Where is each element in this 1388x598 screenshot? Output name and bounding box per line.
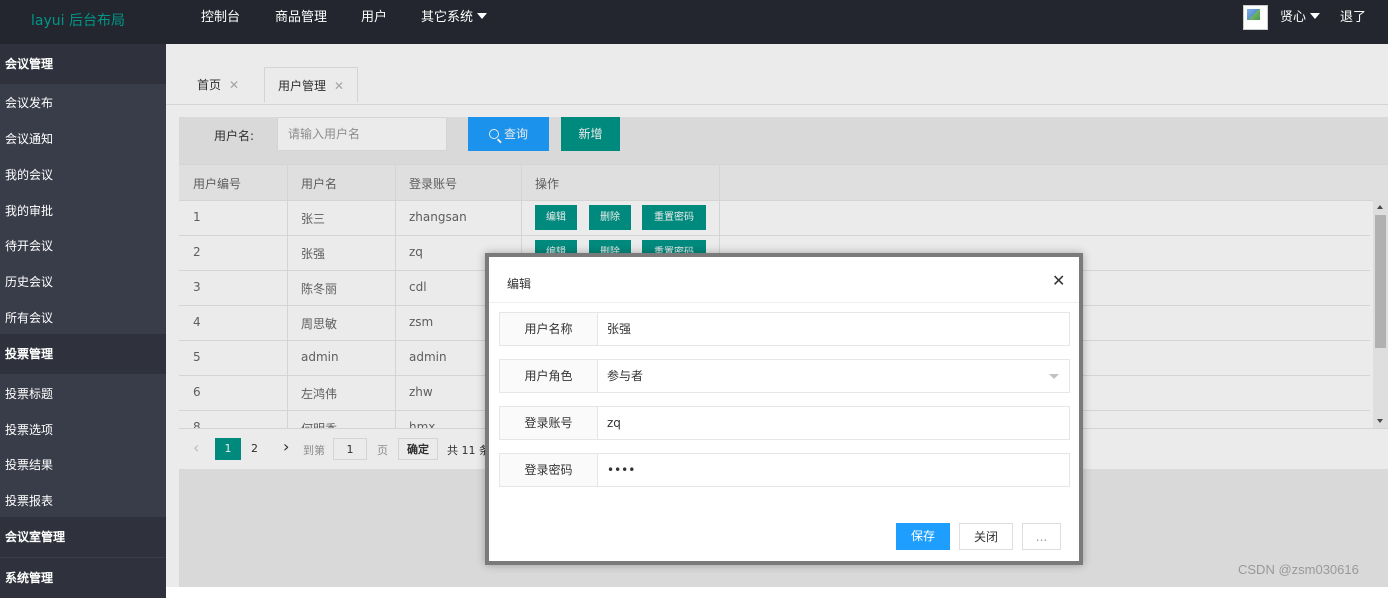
form-row-role: 用户角色 参与者	[499, 359, 1070, 393]
role-label: 用户角色	[500, 360, 598, 392]
form-row-password: 登录密码 ••••	[499, 453, 1070, 487]
top-header: layui 后台布局 控制台 商品管理 用户 其它系统 贤心 退了	[0, 0, 1388, 44]
password-field[interactable]: ••••	[607, 454, 635, 486]
sidebar-item-vote-report[interactable]: 投票报表	[0, 492, 166, 509]
username-field[interactable]: 张强	[607, 313, 631, 345]
account-field[interactable]: zq	[607, 407, 621, 439]
sidebar-item-my-meetings[interactable]: 我的会议	[0, 166, 166, 183]
logout-link[interactable]: 退了	[1340, 0, 1366, 44]
nav-item-other-systems[interactable]: 其它系统	[421, 0, 488, 44]
sidebar-item-upcoming[interactable]: 待开会议	[0, 237, 166, 254]
chevron-down-icon[interactable]	[1049, 374, 1059, 379]
dialog-title: 编辑	[507, 277, 532, 291]
watermark: CSDN @zsm030616	[1238, 562, 1359, 577]
avatar[interactable]	[1243, 5, 1268, 30]
sidebar-item-publish[interactable]: 会议发布	[0, 94, 166, 111]
user-name: 贤心	[1280, 10, 1307, 25]
nav-item-console[interactable]: 控制台	[201, 0, 240, 44]
nav-item-products[interactable]: 商品管理	[275, 0, 327, 44]
sidebar-item-vote-title[interactable]: 投票标题	[0, 385, 166, 402]
broken-image-icon	[1247, 9, 1260, 20]
sidebar-item-notice[interactable]: 会议通知	[0, 130, 166, 147]
edit-dialog: 编辑 ✕ 用户名称 张强 用户角色 参与者 登录账号 zq 登录密码 •••• …	[485, 253, 1083, 565]
form-row-username: 用户名称 张强	[499, 312, 1070, 346]
nav-item-users[interactable]: 用户	[361, 0, 387, 44]
sidebar: 会议管理 会议发布 会议通知 我的会议 我的审批 待开会议 历史会议 所有会议 …	[0, 44, 166, 598]
nav-item-other-systems-label: 其它系统	[421, 10, 474, 25]
sidebar-group-meeting[interactable]: 会议管理	[0, 44, 166, 84]
sidebar-group-system[interactable]: 系统管理	[0, 558, 166, 598]
sidebar-item-history[interactable]: 历史会议	[0, 273, 166, 290]
form-row-account: 登录账号 zq	[499, 406, 1070, 440]
chevron-down-icon	[477, 13, 488, 19]
sidebar-group-vote[interactable]: 投票管理	[0, 334, 166, 374]
sidebar-item-my-approvals[interactable]: 我的审批	[0, 202, 166, 219]
password-label: 登录密码	[500, 454, 598, 486]
user-menu[interactable]: 贤心	[1280, 0, 1321, 44]
sidebar-item-vote-results[interactable]: 投票结果	[0, 456, 166, 473]
username-label: 用户名称	[500, 313, 598, 345]
close-icon[interactable]: ✕	[1052, 271, 1065, 290]
save-button[interactable]: 保存	[896, 523, 950, 550]
close-button[interactable]: 关闭	[959, 523, 1013, 550]
more-button[interactable]: ...	[1022, 523, 1061, 550]
sidebar-item-all[interactable]: 所有会议	[0, 309, 166, 326]
chevron-down-icon	[1310, 13, 1321, 19]
app-logo[interactable]: layui 后台布局	[31, 10, 125, 30]
account-label: 登录账号	[500, 407, 598, 439]
sidebar-item-vote-options[interactable]: 投票选项	[0, 421, 166, 438]
sidebar-group-room[interactable]: 会议室管理	[0, 517, 166, 557]
role-select[interactable]: 参与者	[607, 360, 643, 392]
dialog-header: 编辑 ✕	[489, 257, 1079, 303]
